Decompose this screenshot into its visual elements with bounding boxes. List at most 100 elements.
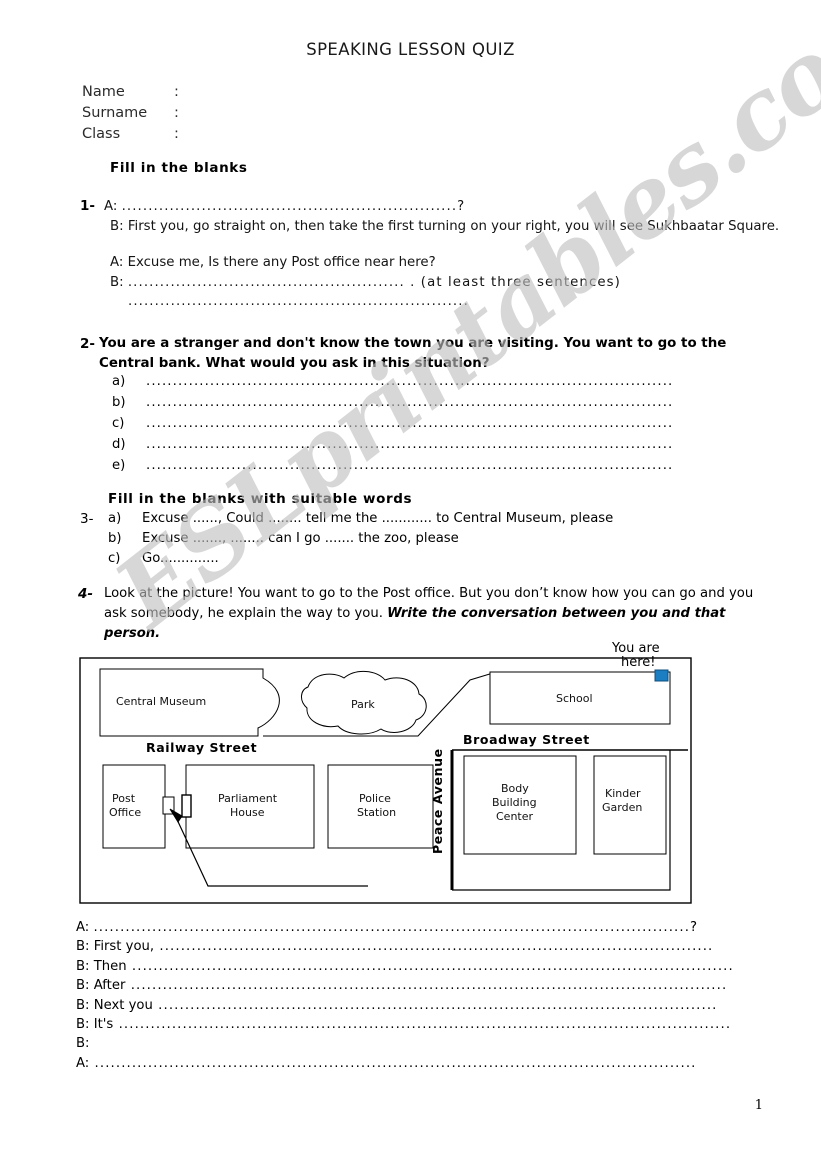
q2-item-b-letter: b)	[112, 395, 126, 410]
building-label-kinder-line1: Kinder	[605, 787, 641, 800]
heading-fill-in-the-blanks-suitable: Fill in the blanks with suitable words	[108, 491, 413, 507]
surname-colon: :	[174, 105, 179, 121]
parliament-house-door-icon	[181, 794, 192, 818]
q1-b-prefix: B:	[110, 219, 124, 234]
name-label: Name	[82, 84, 125, 100]
building-label-park: Park	[351, 698, 375, 711]
question-1-number: 1-	[80, 198, 95, 214]
conversation-line: B: Next you ............................…	[76, 996, 716, 1015]
building-label-school: School	[556, 692, 593, 705]
conversation-speaker: B:	[76, 939, 90, 955]
building-label-post-office-line1: Post	[112, 792, 136, 805]
question-2-item-d: d)......................................…	[112, 437, 673, 452]
q2-item-c-letter: c)	[112, 416, 125, 431]
conversation-speaker: B:	[76, 978, 90, 994]
town-map: Central Museum Park School Broadway Stre…	[78, 640, 693, 912]
q2-item-d-letter: d)	[112, 437, 126, 452]
conversation-dots: ........................................…	[93, 920, 699, 935]
class-label: Class	[82, 126, 121, 142]
question-1-line-b3-dots: ........................................…	[128, 294, 469, 309]
building-label-police-line1: Police	[359, 792, 391, 805]
conversation-dots: ........................................…	[89, 1055, 697, 1071]
building-label-body-line3: Center	[496, 810, 534, 823]
student-info-row-class: Class:	[82, 124, 179, 145]
conversation-line: B: After ...............................…	[76, 976, 726, 995]
q2-item-d-dots: ........................................…	[146, 437, 674, 452]
q1-a-prefix: A:	[104, 199, 118, 214]
conversation-speaker: B:	[76, 958, 90, 974]
building-label-parliament-line1: Parliament	[218, 792, 278, 805]
question-4-prompt: Look at the picture! You want to go to t…	[104, 584, 766, 644]
q1-a2-prefix: A:	[110, 255, 124, 270]
page-number: 1	[754, 1098, 763, 1113]
question-3-item-a: a) Excuse ......, Could ........ tell me …	[108, 511, 613, 526]
conversation-text: Then	[93, 958, 127, 974]
q3-item-a-letter: a)	[108, 511, 122, 526]
conversation-text: After	[93, 978, 126, 994]
question-3-item-c: c) Go..............	[108, 551, 219, 566]
question-2-item-b: b)......................................…	[112, 395, 673, 410]
q2-item-e-dots: ........................................…	[146, 458, 674, 473]
building-label-post-office-line2: Office	[109, 806, 141, 819]
student-info-block: Name: Surname: Class:	[82, 82, 179, 145]
conversation-line: B: Then ................................…	[76, 957, 733, 976]
q3-item-b-text: Excuse ......., ........ can I go ......…	[142, 531, 459, 546]
name-colon: :	[174, 84, 179, 100]
q2-item-a-dots: ........................................…	[146, 374, 674, 389]
worksheet-page: SPEAKING LESSON QUIZ Name: Surname: Clas…	[0, 0, 821, 1169]
conversation-speaker: B:	[76, 1036, 90, 1052]
q3-item-c-text: Go..............	[142, 551, 219, 566]
conversation-text: Next you	[93, 997, 153, 1013]
conversation-speaker: B:	[76, 1017, 90, 1033]
conversation-line: A: .....................................…	[76, 918, 697, 937]
question-4-number: 4-	[78, 586, 93, 602]
question-1-line-b2: B: .....................................…	[110, 275, 621, 290]
conversation-line: B: It's ................................…	[76, 1015, 730, 1034]
student-info-row-name: Name:	[82, 82, 179, 103]
question-1-line-b: B: First you, go straight on, then take …	[110, 219, 779, 234]
q1-b2-prefix: B:	[110, 275, 124, 290]
q1-a2-text: Excuse me, Is there any Post office near…	[127, 255, 436, 270]
conversation-dots: ........................................…	[126, 958, 734, 974]
conversation-line: B:	[76, 1034, 636, 1053]
building-label-body-line2: Building	[492, 796, 537, 809]
q1-a-dots: ........................................…	[121, 199, 466, 214]
question-2-item-c: c)......................................…	[112, 416, 673, 431]
conversation-dots: ........................................…	[125, 978, 728, 994]
q1-b2-dots: ........................................…	[127, 275, 621, 290]
question-3-number: 3-	[80, 511, 94, 527]
q2-item-b-dots: ........................................…	[146, 395, 674, 410]
conversation-answer-block: A: .....................................…	[76, 918, 733, 1073]
student-info-row-surname: Surname:	[82, 103, 179, 124]
heading-fill-in-the-blanks: Fill in the blanks	[110, 160, 248, 176]
street-label-railway: Railway Street	[146, 740, 257, 755]
conversation-dots: ........................................…	[113, 1017, 732, 1033]
conversation-dots: ........................................…	[154, 939, 714, 955]
building-label-police-line2: Station	[357, 806, 396, 819]
conversation-line: B: First you, ..........................…	[76, 937, 712, 956]
you-are-here-label-line1: You are	[611, 641, 660, 656]
question-3-item-b: b) Excuse ......., ........ can I go ....…	[108, 531, 459, 546]
q2-item-a-letter: a)	[112, 374, 126, 389]
question-2-number: 2-	[80, 336, 95, 352]
building-label-kinder-line2: Garden	[602, 801, 642, 814]
q3-item-c-letter: c)	[108, 551, 121, 566]
q1-b-text: First you, go straight on, then take the…	[127, 219, 780, 234]
class-colon: :	[174, 126, 179, 142]
conversation-speaker: A:	[76, 1055, 90, 1071]
q2-item-c-dots: ........................................…	[146, 416, 674, 431]
q3-item-a-text: Excuse ......, Could ........ tell me th…	[142, 511, 614, 526]
building-label-body-line1: Body	[501, 782, 529, 795]
question-1-line-a: A: .....................................…	[104, 199, 465, 214]
conversation-text: It's	[93, 1017, 114, 1033]
question-2-prompt: You are a stranger and don't know the to…	[99, 336, 727, 371]
you-are-here-marker-icon	[654, 669, 669, 682]
q2-item-e-letter: e)	[112, 458, 126, 473]
conversation-line: A: .....................................…	[76, 1054, 695, 1073]
question-2-item-e: e)......................................…	[112, 458, 673, 473]
route-arrowhead-icon	[169, 808, 183, 823]
page-title: SPEAKING LESSON QUIZ	[306, 40, 515, 59]
conversation-speaker: B:	[76, 997, 90, 1013]
you-are-here-label-line2: here!	[621, 655, 656, 670]
question-1-line-a2: A: Excuse me, Is there any Post office n…	[110, 255, 436, 270]
